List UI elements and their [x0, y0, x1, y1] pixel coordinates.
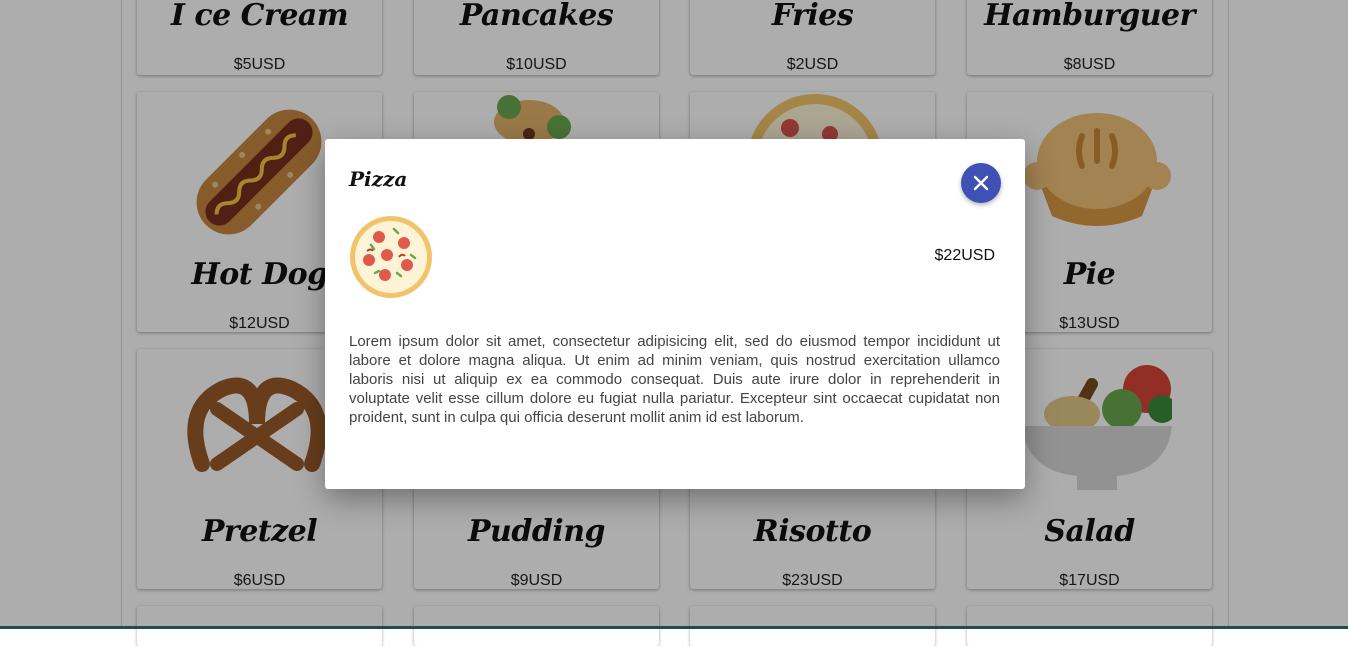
close-icon: [973, 175, 989, 191]
dialog-title: Pizza: [349, 167, 408, 191]
dialog-price: $22USD: [934, 247, 995, 264]
close-button[interactable]: [961, 163, 1001, 203]
dialog-description: Lorem ipsum dolor sit amet, consectetur …: [349, 333, 1000, 426]
pizza-icon: [350, 216, 432, 298]
item-detail-dialog: Pizza $22USD Lorem ipsum dolor sit amet,…: [325, 139, 1025, 489]
